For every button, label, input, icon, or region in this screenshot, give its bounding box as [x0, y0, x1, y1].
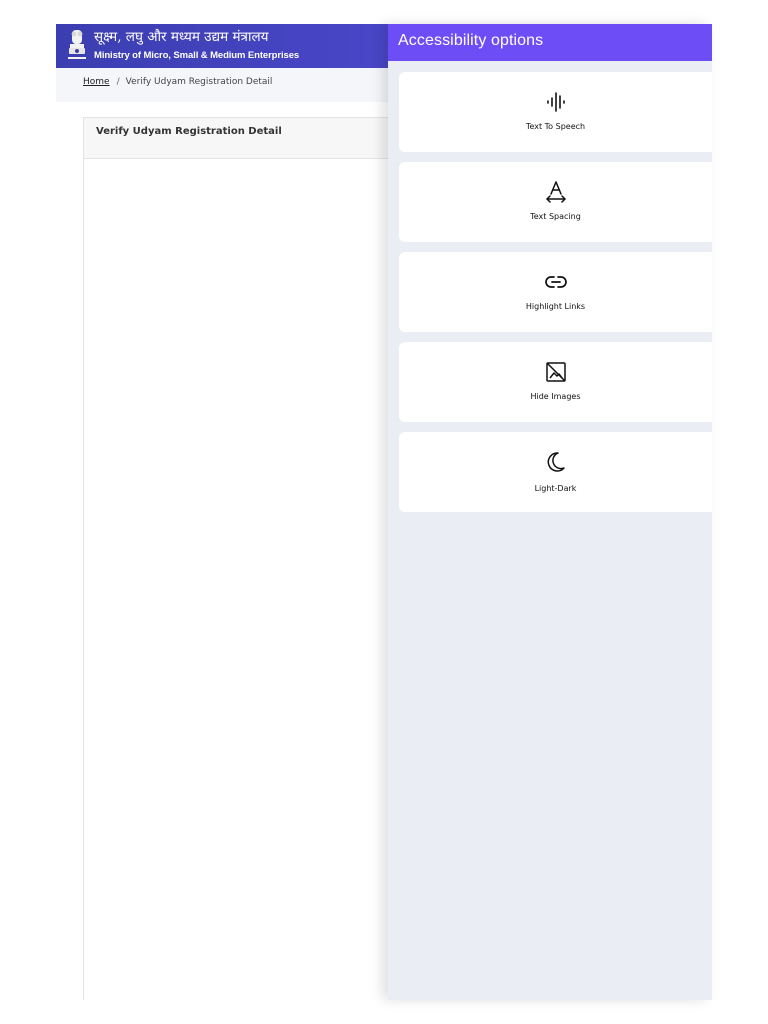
option-light-dark[interactable]: Light-Dark: [399, 432, 712, 512]
option-text-spacing[interactable]: Text Spacing: [399, 162, 712, 242]
ministry-title-hindi: सूक्ष्म, लघु और मध्यम उद्यम मंत्रालय: [94, 29, 269, 45]
option-label: Light-Dark: [534, 484, 577, 493]
link-icon: [544, 276, 567, 288]
option-text-to-speech[interactable]: Text To Speech: [399, 72, 712, 152]
sound-wave-icon: [546, 92, 565, 112]
national-emblem-icon: [68, 30, 86, 59]
breadcrumb-home-link[interactable]: Home: [83, 77, 110, 87]
option-highlight-links[interactable]: Highlight Links: [399, 252, 712, 332]
hide-image-icon: [545, 362, 566, 382]
accessibility-panel: Accessibility options Text To Speech Tex…: [388, 24, 712, 1000]
ministry-title-english: Ministry of Micro, Small & Medium Enterp…: [94, 50, 300, 61]
accessibility-panel-title: Accessibility options: [398, 32, 544, 49]
option-label: Hide Images: [530, 392, 581, 401]
option-hide-images[interactable]: Hide Images: [399, 342, 712, 422]
option-label: Highlight Links: [525, 302, 586, 311]
accessibility-options-list: Text To Speech Text Spacing Highlight Li…: [399, 72, 712, 522]
accessibility-panel-header: Accessibility options: [388, 24, 712, 61]
option-label: Text Spacing: [530, 212, 581, 221]
breadcrumb: Home / Verify Udyam Registration Detail: [83, 77, 272, 87]
moon-icon: [547, 452, 565, 472]
breadcrumb-current: Verify Udyam Registration Detail: [125, 77, 273, 87]
text-spacing-icon: [545, 181, 566, 203]
option-label: Text To Speech: [525, 122, 586, 131]
breadcrumb-separator: /: [116, 77, 120, 87]
